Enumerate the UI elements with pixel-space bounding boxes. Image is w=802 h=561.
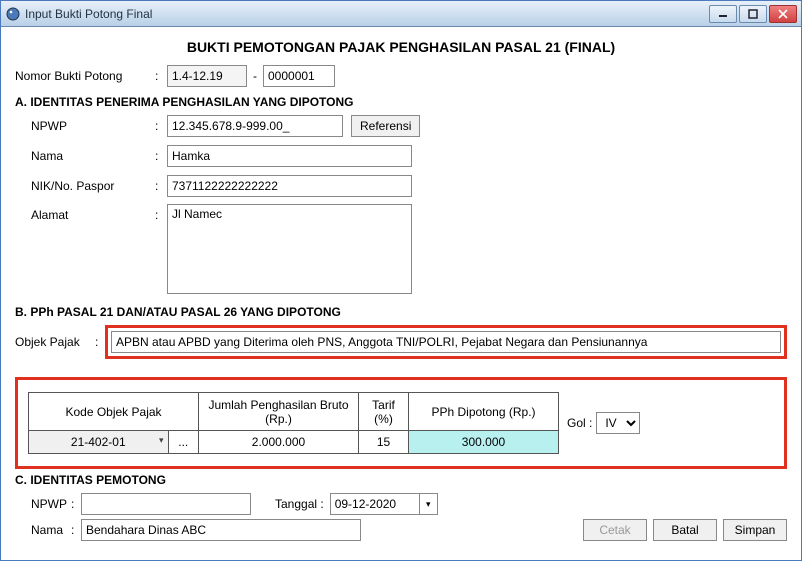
content-area: BUKTI PEMOTONGAN PAJAK PENGHASILAN PASAL… <box>1 27 801 560</box>
nama-label: Nama <box>15 149 155 163</box>
chevron-down-icon: ▾ <box>159 435 164 446</box>
lookup-button[interactable]: ... <box>168 431 198 454</box>
pemotong-nama-row: Nama : Cetak Batal Simpan <box>15 519 787 541</box>
section-b-header: B. PPh PASAL 21 DAN/ATAU PASAL 26 YANG D… <box>15 305 787 319</box>
tax-grid: Kode Objek Pajak Jumlah Penghasilan Brut… <box>28 392 559 454</box>
grid-frame: Kode Objek Pajak Jumlah Penghasilan Brut… <box>15 377 787 469</box>
app-window: Input Bukti Potong Final BUKTI PEMOTONGA… <box>0 0 802 561</box>
col-dipotong: PPh Dipotong (Rp.) <box>409 393 559 431</box>
objek-label: Objek Pajak <box>15 335 95 349</box>
simpan-button[interactable]: Simpan <box>723 519 787 541</box>
cetak-button: Cetak <box>583 519 647 541</box>
referensi-button[interactable]: Referensi <box>351 115 420 137</box>
nomor-label: Nomor Bukti Potong <box>15 69 155 83</box>
gol-wrap: Gol : IV <box>567 412 640 434</box>
table-row: 21-402-01 ▾ ... 2.000.000 15 300.000 <box>29 431 559 454</box>
col-bruto: Jumlah Penghasilan Bruto (Rp.) <box>199 393 359 431</box>
npwp-input[interactable] <box>167 115 343 137</box>
chevron-down-icon[interactable]: ▾ <box>420 493 438 515</box>
nomor-part2[interactable] <box>263 65 335 87</box>
nomor-row: Nomor Bukti Potong : - <box>15 64 787 88</box>
npwp-label: NPWP <box>15 119 155 133</box>
maximize-button[interactable] <box>739 5 767 23</box>
objek-row: Objek Pajak : <box>15 325 787 359</box>
gol-label: Gol : <box>567 416 592 430</box>
titlebar[interactable]: Input Bukti Potong Final <box>1 1 801 27</box>
window-title: Input Bukti Potong Final <box>25 7 709 21</box>
pemotong-npwp-label: NPWP <box>15 497 71 511</box>
table-header-row: Kode Objek Pajak Jumlah Penghasilan Brut… <box>29 393 559 431</box>
nik-label: NIK/No. Paspor <box>15 179 155 193</box>
alamat-textarea[interactable] <box>167 204 412 294</box>
page-title: BUKTI PEMOTONGAN PAJAK PENGHASILAN PASAL… <box>15 39 787 55</box>
col-tarif: Tarif (%) <box>359 393 409 431</box>
pemotong-nama-label: Nama <box>15 523 71 537</box>
app-icon <box>5 6 21 22</box>
nomor-sep: - <box>253 69 257 83</box>
bruto-cell[interactable]: 2.000.000 <box>199 431 359 454</box>
tanggal-label: Tanggal : <box>275 497 324 511</box>
col-kode: Kode Objek Pajak <box>29 393 199 431</box>
tarif-cell[interactable]: 15 <box>359 431 409 454</box>
pemotong-npwp-input[interactable] <box>81 493 251 515</box>
objek-frame <box>105 325 787 359</box>
alamat-row: Alamat : <box>15 204 787 294</box>
batal-button[interactable]: Batal <box>653 519 717 541</box>
objek-input[interactable] <box>111 331 781 353</box>
close-button[interactable] <box>769 5 797 23</box>
pemotong-npwp-row: NPWP : Tanggal : ▾ <box>15 493 787 515</box>
section-a-header: A. IDENTITAS PENERIMA PENGHASILAN YANG D… <box>15 95 787 109</box>
tanggal-input[interactable] <box>330 493 420 515</box>
nama-row: Nama : <box>15 144 787 168</box>
nik-input[interactable] <box>167 175 412 197</box>
nomor-part1 <box>167 65 247 87</box>
colon: : <box>155 69 167 83</box>
alamat-label: Alamat <box>15 204 155 222</box>
npwp-row: NPWP : Referensi <box>15 114 787 138</box>
nik-row: NIK/No. Paspor : <box>15 174 787 198</box>
section-c-header: C. IDENTITAS PEMOTONG <box>15 473 787 487</box>
action-buttons: Cetak Batal Simpan <box>583 519 787 541</box>
pemotong-nama-input[interactable] <box>81 519 361 541</box>
nama-input[interactable] <box>167 145 412 167</box>
minimize-button[interactable] <box>709 5 737 23</box>
kode-cell[interactable]: 21-402-01 ▾ <box>29 431 169 454</box>
dipotong-cell[interactable]: 300.000 <box>409 431 559 454</box>
gol-select[interactable]: IV <box>596 412 640 434</box>
